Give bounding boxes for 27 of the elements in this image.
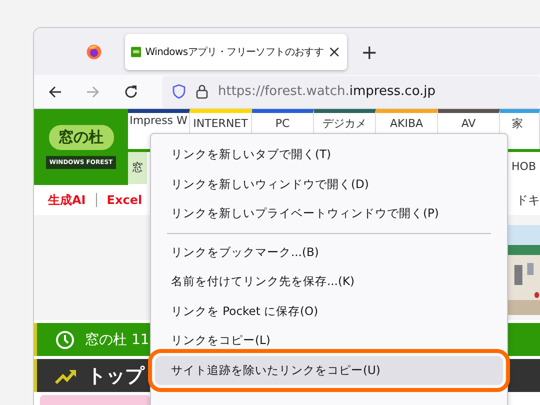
menu-item[interactable]: リンクを Pocket に保存(O)	[155, 296, 503, 326]
browser-tab[interactable]: Windowsアプリ・フリーソフトのおすす ×	[125, 34, 347, 70]
shield-icon[interactable]	[172, 84, 186, 99]
logo-title: 窓の杜	[48, 125, 114, 150]
news-bar-title: 窓の杜 11	[85, 330, 150, 348]
menu-item[interactable]: サイト追跡を除いたリンクをコピー(U)	[155, 356, 503, 385]
url-text: https://forest.watch.impress.co.jp	[218, 84, 436, 99]
ranking-bar-title: トップ	[87, 364, 144, 388]
browser-logo-icon[interactable]	[85, 42, 103, 60]
subnav-tab[interactable]: HOB	[508, 152, 540, 184]
topic-link[interactable]: ドキ	[516, 192, 540, 208]
reload-icon[interactable]	[124, 84, 138, 98]
topic-link[interactable]: 生成AI	[48, 192, 86, 208]
new-tab-button[interactable]: +	[361, 40, 378, 64]
topic-link[interactable]: Excel	[106, 193, 142, 207]
menu-item[interactable]: リンクをコピー(L)	[155, 326, 503, 356]
tab-title: Windowsアプリ・フリーソフトのおすす	[145, 46, 324, 58]
menu-item[interactable]: リンクをブックマーク...(B)	[155, 238, 503, 267]
subnav-tab[interactable]: 窓	[128, 152, 147, 184]
menu-item[interactable]: リンクを新しいプライベートウィンドウで開く(P)	[155, 199, 503, 228]
lock-icon[interactable]	[196, 84, 208, 99]
menu-item[interactable]: 名前を付けてリンク先を保存...(K)	[155, 267, 503, 296]
close-tab-button[interactable]: ×	[328, 42, 341, 61]
back-icon[interactable]	[48, 84, 62, 98]
clock-icon	[55, 330, 75, 350]
address-bar[interactable]: https://forest.watch.impress.co.jp	[162, 76, 540, 108]
menu-item[interactable]: リンクを新しいウィンドウで開く(D)	[155, 170, 503, 199]
